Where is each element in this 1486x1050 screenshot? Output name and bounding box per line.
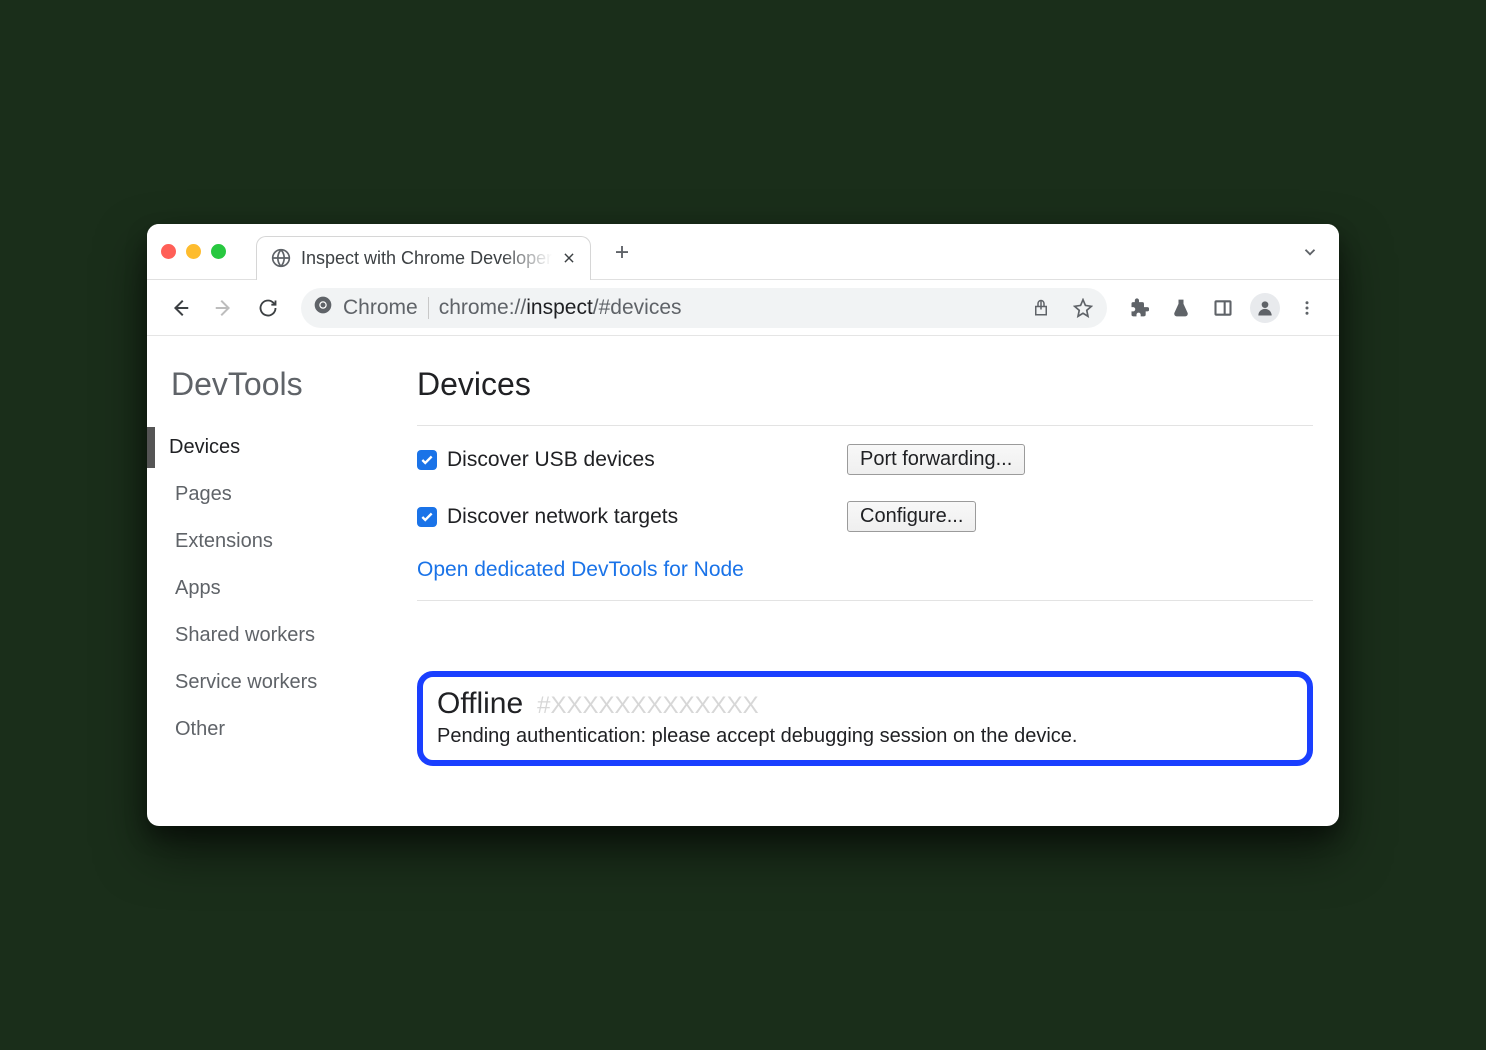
browser-window: Inspect with Chrome Developer Chrome xyxy=(147,224,1339,826)
labs-icon[interactable] xyxy=(1163,298,1199,318)
menu-button[interactable] xyxy=(1289,299,1325,317)
sidebar-item-shared-workers[interactable]: Shared workers xyxy=(161,615,387,656)
tab-title: Inspect with Chrome Developer xyxy=(301,248,552,269)
device-message: Pending authentication: please accept de… xyxy=(437,725,1293,748)
extensions-icon[interactable] xyxy=(1121,298,1157,318)
discover-network-checkbox[interactable] xyxy=(417,507,437,527)
sidebar-item-pages[interactable]: Pages xyxy=(161,474,387,515)
sidebar-item-other[interactable]: Other xyxy=(161,709,387,750)
close-window-button[interactable] xyxy=(161,244,176,259)
chrome-icon xyxy=(313,295,333,320)
toolbar: Chrome chrome://inspect/#devices xyxy=(147,280,1339,336)
tabs-dropdown-button[interactable] xyxy=(1301,243,1319,261)
discover-usb-checkbox[interactable] xyxy=(417,450,437,470)
profile-button[interactable] xyxy=(1247,293,1283,323)
port-forwarding-button[interactable]: Port forwarding... xyxy=(847,444,1025,475)
sidebar-item-service-workers[interactable]: Service workers xyxy=(161,662,387,703)
omnibox-url: chrome://inspect/#devices xyxy=(439,296,682,320)
globe-icon xyxy=(271,248,291,268)
titlebar: Inspect with Chrome Developer xyxy=(147,224,1339,280)
sidebar-item-apps[interactable]: Apps xyxy=(161,568,387,609)
window-controls xyxy=(161,244,226,259)
new-tab-button[interactable] xyxy=(613,243,631,261)
address-bar[interactable]: Chrome chrome://inspect/#devices xyxy=(301,288,1107,328)
sidebar-item-devices[interactable]: Devices xyxy=(147,427,387,468)
forward-button[interactable] xyxy=(205,289,243,327)
sidebar: DevTools Devices Pages Extensions Apps S… xyxy=(147,366,387,766)
reload-button[interactable] xyxy=(249,289,287,327)
main-panel: Devices Discover USB devices Port forwar… xyxy=(387,366,1339,766)
omnibox-separator xyxy=(428,297,429,319)
page-title: Devices xyxy=(417,366,1313,403)
device-hash: #XXXXXXXXXXXXX xyxy=(537,692,758,720)
open-devtools-node-link[interactable]: Open dedicated DevTools for Node xyxy=(417,558,744,582)
device-status: Offline xyxy=(437,687,523,721)
discover-usb-label: Discover USB devices xyxy=(447,448,655,472)
avatar-icon xyxy=(1250,293,1280,323)
configure-button[interactable]: Configure... xyxy=(847,501,976,532)
page-content: DevTools Devices Pages Extensions Apps S… xyxy=(147,336,1339,826)
device-status-box: Offline #XXXXXXXXXXXXX Pending authentic… xyxy=(417,671,1313,766)
back-button[interactable] xyxy=(161,289,199,327)
side-panel-icon[interactable] xyxy=(1205,298,1241,318)
minimize-window-button[interactable] xyxy=(186,244,201,259)
share-icon[interactable] xyxy=(1025,299,1057,317)
discover-network-label: Discover network targets xyxy=(447,505,678,529)
maximize-window-button[interactable] xyxy=(211,244,226,259)
close-tab-button[interactable] xyxy=(562,251,576,265)
sidebar-title: DevTools xyxy=(161,366,387,403)
sidebar-item-extensions[interactable]: Extensions xyxy=(161,521,387,562)
active-tab[interactable]: Inspect with Chrome Developer xyxy=(256,236,591,280)
bookmark-star-icon[interactable] xyxy=(1067,298,1099,318)
omnibox-chip-label: Chrome xyxy=(343,296,418,320)
